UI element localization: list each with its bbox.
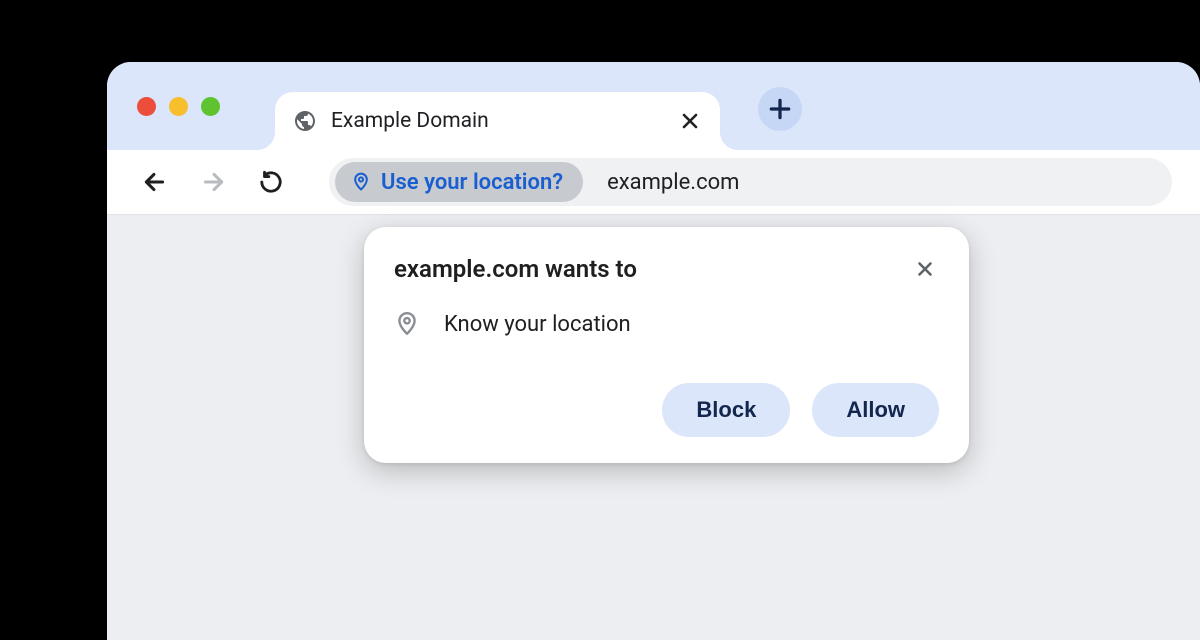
url-text: example.com [607, 170, 739, 195]
location-chip-label: Use your location? [381, 170, 563, 195]
browser-tab[interactable]: Example Domain [275, 92, 720, 150]
new-tab-button[interactable] [758, 87, 802, 131]
location-permission-chip[interactable]: Use your location? [335, 162, 583, 202]
location-pin-icon [394, 311, 420, 337]
tab-title: Example Domain [331, 109, 678, 133]
location-pin-icon [351, 172, 371, 192]
window-controls [137, 97, 220, 116]
permission-description: Know your location [444, 312, 631, 337]
popup-close-button[interactable] [911, 255, 939, 283]
tab-close-button[interactable] [678, 109, 702, 133]
block-button[interactable]: Block [662, 383, 790, 437]
popup-actions: Block Allow [394, 383, 939, 437]
tab-strip: Example Domain [107, 62, 1200, 150]
popup-body: Know your location [394, 311, 939, 337]
address-bar[interactable]: Use your location? example.com [329, 158, 1172, 206]
window-minimize-button[interactable] [169, 97, 188, 116]
window-close-button[interactable] [137, 97, 156, 116]
toolbar: Use your location? example.com [107, 150, 1200, 215]
permission-popup: example.com wants to Know your location … [364, 227, 969, 463]
browser-window: Example Domain Use your location? [107, 62, 1200, 640]
popup-title: example.com wants to [394, 255, 637, 283]
back-button[interactable] [135, 162, 175, 202]
allow-button[interactable]: Allow [812, 383, 939, 437]
reload-button[interactable] [251, 162, 291, 202]
forward-button[interactable] [193, 162, 233, 202]
popup-header: example.com wants to [394, 255, 939, 283]
globe-icon [293, 109, 317, 133]
window-maximize-button[interactable] [201, 97, 220, 116]
